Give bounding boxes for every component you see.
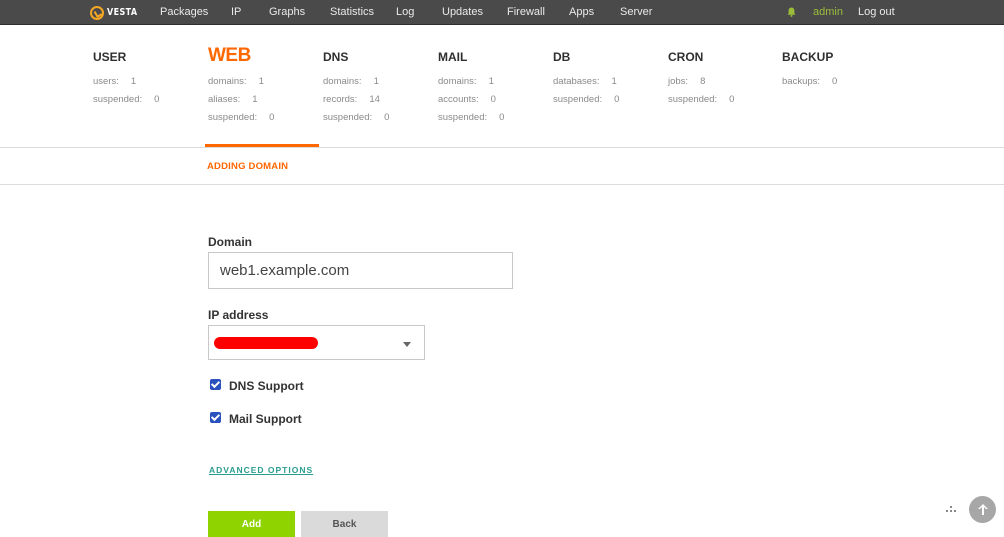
mail-support-checkbox[interactable] — [210, 412, 221, 423]
sub-header: ADDING DOMAIN — [0, 149, 1004, 185]
vesta-logo[interactable]: VESTA — [90, 5, 145, 20]
redacted-value — [214, 337, 318, 349]
stat-title: CRON — [668, 50, 704, 64]
arrow-up-icon — [977, 504, 988, 515]
stat-title: DB — [553, 50, 571, 64]
stat-row: aliases: 1 — [208, 94, 258, 105]
stat-row: accounts: 0 — [438, 94, 496, 105]
back-button[interactable]: Back — [301, 511, 388, 537]
top-nav-bar: VESTA Packages IP Graphs Statistics Log … — [0, 0, 1004, 25]
stat-row: domains: 1 — [438, 76, 494, 87]
stat-title: USER — [93, 50, 127, 64]
stat-row: domains: 1 — [323, 76, 379, 87]
add-button[interactable]: Add — [208, 511, 295, 537]
page-title: ADDING DOMAIN — [207, 161, 289, 172]
stat-row: backups: 0 — [782, 76, 838, 87]
nav-ip[interactable]: IP — [231, 6, 241, 18]
stat-row: suspended: 0 — [323, 112, 390, 123]
stat-row: suspended: 0 — [553, 94, 620, 105]
ip-address-label: IP address — [208, 308, 269, 322]
stat-title: MAIL — [438, 50, 468, 64]
chevron-down-icon — [403, 342, 411, 347]
nav-updates[interactable]: Updates — [442, 6, 483, 18]
active-tab-indicator — [205, 144, 319, 147]
nav-log[interactable]: Log — [396, 6, 414, 18]
stat-title: DNS — [323, 50, 349, 64]
nav-packages[interactable]: Packages — [160, 6, 208, 18]
ip-address-select[interactable] — [208, 325, 425, 360]
nav-firewall[interactable]: Firewall — [507, 6, 545, 18]
stats-panel: USER users: 1 suspended: 0 WEB domains: 1 a… — [0, 26, 1004, 148]
domain-label: Domain — [208, 235, 253, 249]
bell-icon[interactable] — [787, 7, 796, 17]
stat-title: BACKUP — [782, 50, 834, 64]
stat-row: suspended: 0 — [438, 112, 505, 123]
nav-apps[interactable]: Apps — [569, 6, 594, 18]
scroll-to-top-button[interactable] — [969, 496, 996, 523]
stat-row: suspended: 0 — [668, 94, 735, 105]
logout-link[interactable]: Log out — [858, 6, 895, 18]
stat-row: suspended: 0 — [208, 112, 275, 123]
grip-dots-icon[interactable] — [945, 505, 959, 515]
stat-title: WEB — [208, 45, 251, 66]
stat-row: jobs: 8 — [668, 76, 706, 87]
vesta-logo-icon — [90, 5, 104, 20]
brand-name: VESTA — [107, 7, 138, 18]
stat-row: databases: 1 — [553, 76, 617, 87]
nav-graphs[interactable]: Graphs — [269, 6, 305, 18]
dns-support-checkbox[interactable] — [210, 379, 221, 390]
stat-row: domains: 1 — [208, 76, 264, 87]
stat-row: suspended: 0 — [93, 94, 160, 105]
nav-server[interactable]: Server — [620, 6, 652, 18]
user-link[interactable]: admin — [813, 6, 843, 18]
domain-input[interactable] — [208, 252, 513, 289]
stat-row: records: 14 — [323, 94, 380, 105]
dns-support-label[interactable]: DNS Support — [229, 379, 304, 393]
mail-support-label[interactable]: Mail Support — [229, 412, 302, 426]
nav-statistics[interactable]: Statistics — [330, 6, 374, 18]
stat-row: users: 1 — [93, 76, 137, 87]
advanced-options-link[interactable]: ADVANCED OPTIONS — [209, 465, 313, 475]
